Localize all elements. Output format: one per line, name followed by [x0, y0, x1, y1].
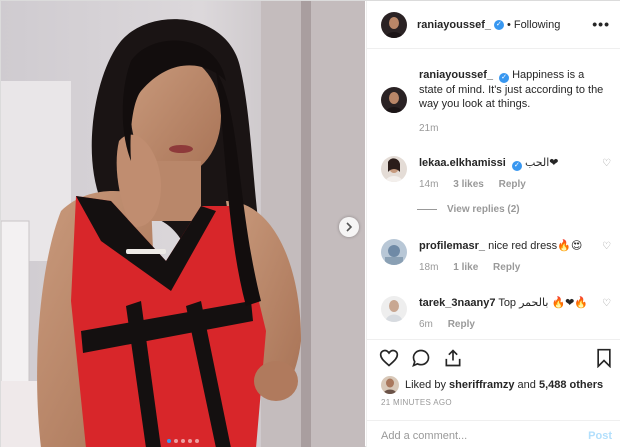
author-avatar[interactable]	[381, 11, 407, 38]
replies-line	[417, 208, 437, 210]
share-button[interactable]	[443, 348, 463, 368]
comment-time[interactable]: 6m	[419, 319, 433, 330]
add-comment-bar: Add a comment... Post	[367, 420, 620, 447]
comment-username[interactable]: tarek_3naany7	[419, 297, 495, 309]
comment-like-icon[interactable]: ♡	[602, 158, 611, 169]
save-button[interactable]	[595, 348, 613, 368]
carousel-indicator	[167, 439, 199, 443]
carousel-dot[interactable]	[195, 439, 199, 443]
next-photo-button[interactable]	[339, 217, 359, 237]
liker-username[interactable]: sherifframzy	[449, 379, 514, 391]
comment-text: الحب❤	[524, 157, 559, 169]
caption-avatar[interactable]	[381, 87, 407, 113]
post-image[interactable]	[1, 1, 365, 447]
comment-likes[interactable]: 3 likes	[453, 179, 484, 190]
comment-avatar[interactable]	[381, 156, 407, 182]
reply-button[interactable]: Reply	[493, 262, 520, 273]
comment-icon	[412, 349, 430, 367]
post-sidebar: raniayoussef_ ✓ • Following ••• raniayou…	[366, 1, 620, 447]
comment-username[interactable]: profilemasr_	[419, 240, 485, 252]
comment-time[interactable]: 18m	[419, 262, 438, 273]
carousel-dot[interactable]	[188, 439, 192, 443]
post-timestamp[interactable]: 21 MINUTES AGO	[381, 398, 452, 407]
author-username[interactable]: raniayoussef_	[417, 19, 491, 31]
caption-text-block: raniayoussef_ ✓ Happiness is a state of …	[419, 68, 604, 111]
carousel-dot[interactable]	[174, 439, 178, 443]
comment-meta: 6m Reply	[419, 319, 487, 330]
comment-username[interactable]: lekaa.elkhamissi	[419, 157, 506, 169]
caption-meta: 21m	[419, 123, 450, 134]
comment-like-icon[interactable]: ♡	[602, 241, 611, 252]
liker-avatar[interactable]	[381, 376, 399, 394]
comment-meta: 14m 3 likes Reply	[419, 179, 538, 190]
share-icon	[445, 349, 461, 367]
heart-icon	[379, 349, 399, 367]
comment-text-block: lekaa.elkhamissi ✓ الحب❤	[419, 156, 604, 171]
following-button[interactable]: Following	[514, 19, 560, 31]
comment-like-icon[interactable]: ♡	[602, 298, 611, 309]
likes-summary: Liked by sherifframzy and 5,488 others	[381, 376, 603, 394]
bookmark-icon	[597, 348, 611, 368]
verified-badge-icon: ✓	[499, 73, 510, 83]
verified-badge-icon: ✓	[511, 161, 522, 171]
view-replies-label: View replies (2)	[447, 204, 520, 215]
comment-text: nice red dress🔥😍	[488, 240, 583, 252]
verified-badge-icon: ✓	[493, 19, 504, 30]
more-options-icon[interactable]: •••	[592, 16, 610, 32]
post-photo-illustration	[1, 1, 365, 447]
comment-meta: 18m 1 like Reply	[419, 262, 532, 273]
comment-likes[interactable]: 1 like	[453, 262, 478, 273]
post-header: raniayoussef_ ✓ • Following •••	[367, 1, 620, 49]
view-replies-button[interactable]: View replies (2)	[417, 204, 520, 215]
comment-button[interactable]	[411, 348, 431, 368]
caption-username[interactable]: raniayoussef_	[419, 69, 493, 81]
like-button[interactable]	[379, 348, 399, 368]
reply-button[interactable]: Reply	[499, 179, 526, 190]
post-actions: Liked by sherifframzy and 5,488 others 2…	[367, 339, 620, 447]
chevron-right-icon	[346, 222, 353, 232]
caption-time[interactable]: 21m	[419, 123, 438, 134]
post-comment-button[interactable]: Post	[588, 430, 612, 442]
comment-avatar[interactable]	[381, 296, 407, 322]
comment-text: Top بالحمر 🔥❤🔥	[498, 297, 589, 309]
carousel-dot[interactable]	[167, 439, 171, 443]
header-separator: •	[506, 18, 511, 31]
comment-time[interactable]: 14m	[419, 179, 438, 190]
comment-text-block: profilemasr_ nice red dress🔥😍	[419, 239, 604, 253]
post-container: raniayoussef_ ✓ • Following ••• raniayou…	[0, 0, 620, 447]
reply-button[interactable]: Reply	[448, 319, 475, 330]
likes-others-link[interactable]: 5,488 others	[539, 379, 603, 391]
comment-avatar[interactable]	[381, 239, 407, 265]
liked-by-and: and	[517, 379, 536, 391]
carousel-dot[interactable]	[181, 439, 185, 443]
liked-by-prefix: Liked by	[405, 379, 446, 391]
comment-text-block: tarek_3naany7 Top بالحمر 🔥❤🔥	[419, 296, 604, 310]
comment-input[interactable]: Add a comment...	[381, 430, 467, 442]
